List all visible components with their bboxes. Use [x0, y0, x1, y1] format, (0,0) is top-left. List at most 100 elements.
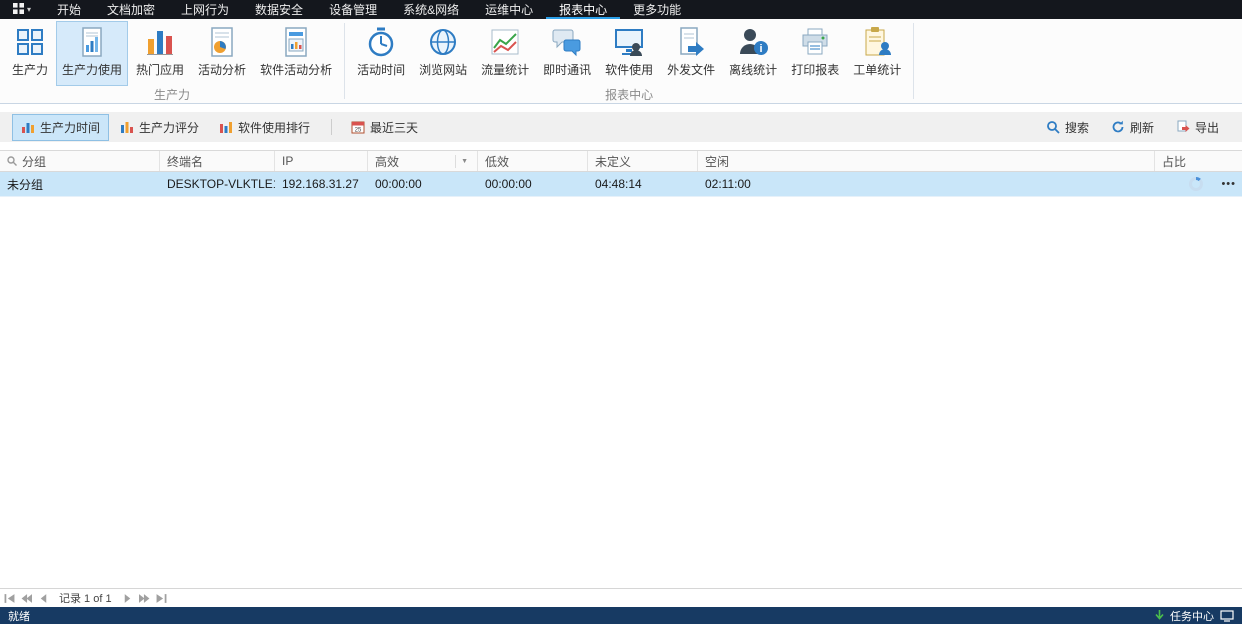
menu-device-management[interactable]: 设备管理	[316, 0, 390, 19]
pager-first-button[interactable]	[4, 593, 15, 604]
task-center-button[interactable]: 任务中心	[1170, 608, 1214, 624]
column-header-ratio[interactable]: 占比	[1155, 151, 1242, 171]
column-header-ip[interactable]: IP	[275, 151, 368, 171]
chevron-down-icon: ▾	[27, 5, 31, 14]
ribbon-group-report-center: 活动时间 浏览网站 流量统计	[348, 19, 910, 103]
ribbon-item-traffic-stats[interactable]: 流量统计	[475, 21, 535, 86]
column-label: 终端名	[167, 153, 203, 170]
mini-bar-chart-icon	[219, 120, 233, 134]
pager-next-page-button[interactable]	[139, 593, 150, 604]
date-filter-button[interactable]: 25 最近三天	[342, 114, 427, 141]
row-menu-button[interactable]: •••	[1221, 178, 1236, 190]
mini-bar-chart-icon	[120, 120, 134, 134]
search-button[interactable]: 搜索	[1037, 114, 1098, 141]
column-header-inefficient[interactable]: 低效	[478, 151, 588, 171]
user-info-icon: i	[737, 26, 769, 58]
ribbon-item-label: 软件使用	[605, 61, 653, 78]
menu-more-features[interactable]: 更多功能	[620, 0, 694, 19]
refresh-icon	[1111, 120, 1125, 134]
pager: 记录 1 of 1	[0, 588, 1242, 607]
ribbon-group-label: 生产力	[3, 86, 341, 103]
toolbar-actions: 搜索 刷新 导出	[1037, 114, 1230, 141]
button-label: 生产力评分	[139, 119, 199, 136]
grid-icon	[14, 26, 46, 58]
ribbon-separator	[913, 23, 914, 99]
spacer	[0, 142, 1242, 150]
line-chart-icon	[489, 26, 521, 58]
monitor-icon[interactable]	[1220, 610, 1234, 622]
ribbon-item-productivity[interactable]: 生产力	[6, 21, 54, 86]
refresh-button[interactable]: 刷新	[1102, 114, 1163, 141]
column-header-group[interactable]: 分组	[0, 151, 160, 171]
view-productivity-time-button[interactable]: 生产力时间	[12, 114, 109, 141]
ribbon-item-instant-messaging[interactable]: 即时通讯	[537, 21, 597, 86]
menu-web-behavior[interactable]: 上网行为	[168, 0, 242, 19]
column-label: 未定义	[595, 153, 631, 170]
button-label: 导出	[1195, 119, 1219, 136]
status-text: 就绪	[8, 608, 30, 624]
ribbon-item-label: 外发文件	[667, 61, 715, 78]
menubar: ▾ 开始 文档加密 上网行为 数据安全 设备管理 系统&网络 运维中心 报表中心…	[0, 0, 1242, 19]
pager-prev-button[interactable]	[38, 593, 49, 604]
view-productivity-score-button[interactable]: 生产力评分	[111, 114, 208, 141]
app-menu-button[interactable]: ▾	[0, 0, 44, 19]
pager-next-button[interactable]	[122, 593, 133, 604]
ribbon-item-browse-websites[interactable]: 浏览网站	[413, 21, 473, 86]
export-button[interactable]: 导出	[1167, 114, 1228, 141]
ribbon-item-label: 打印报表	[791, 61, 839, 78]
search-filter-icon[interactable]	[7, 156, 17, 166]
pager-last-button[interactable]	[156, 593, 167, 604]
ribbon-item-software-usage[interactable]: 软件使用	[599, 21, 659, 86]
column-header-idle[interactable]: 空闲	[698, 151, 1155, 171]
button-label: 刷新	[1130, 119, 1154, 136]
column-header-terminal-name[interactable]: 终端名	[160, 151, 275, 171]
column-header-undefined[interactable]: 未定义	[588, 151, 698, 171]
button-label: 生产力时间	[40, 119, 100, 136]
menu-system-network[interactable]: 系统&网络	[390, 0, 472, 19]
ribbon-group-label: 报表中心	[348, 86, 910, 103]
ribbon-item-label: 生产力	[12, 61, 48, 78]
globe-icon	[427, 26, 459, 58]
ribbon-item-outgoing-files[interactable]: 外发文件	[661, 21, 721, 86]
filter-dropdown-icon[interactable]: ▼	[455, 155, 470, 168]
pager-prev-page-button[interactable]	[21, 593, 32, 604]
column-label: 高效	[375, 153, 399, 170]
ribbon-item-work-order-stats[interactable]: 工单统计	[847, 21, 907, 86]
cell-terminal-name: DESKTOP-VLKTLE1	[160, 177, 275, 191]
clock-icon	[365, 26, 397, 58]
ratio-pie-icon	[1189, 177, 1203, 191]
button-label: 软件使用排行	[238, 119, 310, 136]
grid-empty-area	[0, 197, 1242, 588]
clipboard-user-icon	[861, 26, 893, 58]
menu-start[interactable]: 开始	[44, 0, 94, 19]
cell-undefined: 04:48:14	[588, 177, 698, 191]
grid-header: 分组 终端名 IP 高效 ▼ 低效 未定义 空闲 占比	[0, 150, 1242, 172]
app-grid-icon	[13, 3, 24, 17]
menu-document-encryption[interactable]: 文档加密	[94, 0, 168, 19]
ribbon-item-offline-stats[interactable]: i 离线统计	[723, 21, 783, 86]
ribbon-item-activity-time[interactable]: 活动时间	[351, 21, 411, 86]
ribbon-item-label: 生产力使用	[62, 61, 122, 78]
doc-pie-icon	[206, 26, 238, 58]
column-label: 空闲	[705, 153, 729, 170]
ribbon-item-productivity-usage[interactable]: 生产力使用	[56, 21, 128, 86]
ribbon-item-hot-apps[interactable]: 热门应用	[130, 21, 190, 86]
export-icon	[1176, 120, 1190, 134]
column-label: 分组	[22, 153, 46, 170]
ribbon-item-activity-analysis[interactable]: 活动分析	[192, 21, 252, 86]
view-software-usage-ranking-button[interactable]: 软件使用排行	[210, 114, 319, 141]
mini-bar-chart-icon	[21, 120, 35, 134]
table-row[interactable]: 未分组 DESKTOP-VLKTLE1 192.168.31.27 00:00:…	[0, 172, 1242, 197]
menu-report-center[interactable]: 报表中心	[546, 0, 620, 19]
ribbon-item-software-activity-analysis[interactable]: 软件活动分析	[254, 21, 338, 86]
column-header-efficient[interactable]: 高效 ▼	[368, 151, 478, 171]
menu-data-security[interactable]: 数据安全	[242, 0, 316, 19]
app-window: ▾ 开始 文档加密 上网行为 数据安全 设备管理 系统&网络 运维中心 报表中心…	[0, 0, 1242, 624]
ribbon-item-print-reports[interactable]: 打印报表	[785, 21, 845, 86]
svg-text:25: 25	[355, 128, 362, 134]
bar-chart-icon	[144, 26, 176, 58]
menu-ops-center[interactable]: 运维中心	[472, 0, 546, 19]
cell-inefficient: 00:00:00	[478, 177, 588, 191]
monitor-user-icon	[613, 26, 645, 58]
ribbon-item-label: 软件活动分析	[260, 61, 332, 78]
